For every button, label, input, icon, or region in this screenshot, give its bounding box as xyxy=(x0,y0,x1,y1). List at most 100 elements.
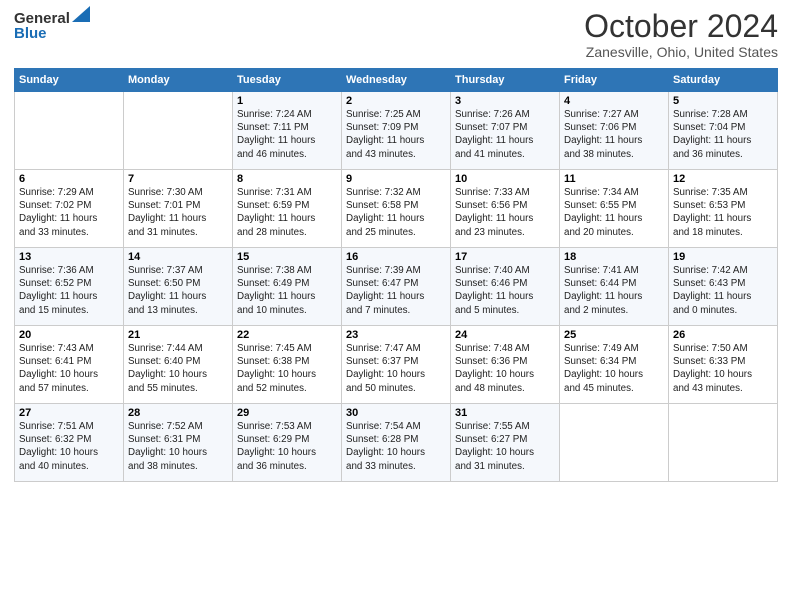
day-info: Sunrise: 7:30 AM Sunset: 7:01 PM Dayligh… xyxy=(128,187,206,238)
day-number: 29 xyxy=(237,407,337,419)
day-info: Sunrise: 7:40 AM Sunset: 6:46 PM Dayligh… xyxy=(455,265,533,316)
calendar-cell: 10Sunrise: 7:33 AM Sunset: 6:56 PM Dayli… xyxy=(451,170,560,248)
week-row-1: 1 Sunrise: 7:24 AM Sunset: 7:11 PM Daylig… xyxy=(15,92,778,170)
day-info: Sunrise: 7:37 AM Sunset: 6:50 PM Dayligh… xyxy=(128,265,206,316)
logo: General Blue xyxy=(14,10,90,42)
day-number: 13 xyxy=(19,251,119,263)
calendar-cell: 3 Sunrise: 7:26 AM Sunset: 7:07 PM Daylig… xyxy=(451,92,560,170)
day-info: Sunrise: 7:43 AM Sunset: 6:41 PM Dayligh… xyxy=(19,343,98,394)
calendar-cell: 8Sunrise: 7:31 AM Sunset: 6:59 PM Daylig… xyxy=(233,170,342,248)
day-number: 15 xyxy=(237,251,337,263)
day-number: 9 xyxy=(346,173,446,185)
day-number: 28 xyxy=(128,407,228,419)
calendar-cell: 14Sunrise: 7:37 AM Sunset: 6:50 PM Dayli… xyxy=(124,248,233,326)
weekday-monday: Monday xyxy=(124,69,233,92)
calendar-cell: 16Sunrise: 7:39 AM Sunset: 6:47 PM Dayli… xyxy=(342,248,451,326)
day-number: 3 xyxy=(455,95,555,107)
calendar-cell: 29 Sunrise: 7:53 AM Sunset: 6:29 PM Dayli… xyxy=(233,404,342,482)
calendar-cell: 13 Sunrise: 7:36 AM Sunset: 6:52 PM Dayli… xyxy=(15,248,124,326)
day-info: Sunrise: 7:54 AM Sunset: 6:28 PM Dayligh… xyxy=(346,421,425,472)
day-number: 7 xyxy=(128,173,228,185)
day-info: Sunrise: 7:53 AM Sunset: 6:29 PM Dayligh… xyxy=(237,421,316,472)
calendar-cell: 24 Sunrise: 7:48 AM Sunset: 6:36 PM Dayli… xyxy=(451,326,560,404)
day-number: 24 xyxy=(455,329,555,341)
calendar-cell: 1 Sunrise: 7:24 AM Sunset: 7:11 PM Daylig… xyxy=(233,92,342,170)
calendar-cell: 22Sunrise: 7:45 AM Sunset: 6:38 PM Dayli… xyxy=(233,326,342,404)
calendar-cell xyxy=(560,404,669,482)
day-info: Sunrise: 7:28 AM Sunset: 7:04 PM Dayligh… xyxy=(673,109,751,160)
day-info: Sunrise: 7:27 AM Sunset: 7:06 PM Dayligh… xyxy=(564,109,642,160)
day-number: 11 xyxy=(564,173,664,185)
day-info: Sunrise: 7:34 AM Sunset: 6:55 PM Dayligh… xyxy=(564,187,642,238)
calendar-cell: 19 Sunrise: 7:42 AM Sunset: 6:43 PM Dayli… xyxy=(669,248,778,326)
day-number: 4 xyxy=(564,95,664,107)
day-number: 23 xyxy=(346,329,446,341)
calendar-cell: 4 Sunrise: 7:27 AM Sunset: 7:06 PM Daylig… xyxy=(560,92,669,170)
day-number: 1 xyxy=(237,95,337,107)
weekday-tuesday: Tuesday xyxy=(233,69,342,92)
day-number: 22 xyxy=(237,329,337,341)
day-number: 25 xyxy=(564,329,664,341)
day-number: 17 xyxy=(455,251,555,263)
day-number: 19 xyxy=(673,251,773,263)
day-number: 2 xyxy=(346,95,446,107)
day-info: Sunrise: 7:29 AM Sunset: 7:02 PM Dayligh… xyxy=(19,187,97,238)
day-number: 18 xyxy=(564,251,664,263)
day-info: Sunrise: 7:24 AM Sunset: 7:11 PM Dayligh… xyxy=(237,109,315,160)
day-info: Sunrise: 7:48 AM Sunset: 6:36 PM Dayligh… xyxy=(455,343,534,394)
day-info: Sunrise: 7:55 AM Sunset: 6:27 PM Dayligh… xyxy=(455,421,534,472)
calendar-cell xyxy=(669,404,778,482)
calendar-cell: 6 Sunrise: 7:29 AM Sunset: 7:02 PM Daylig… xyxy=(15,170,124,248)
weekday-sunday: Sunday xyxy=(15,69,124,92)
day-info: Sunrise: 7:51 AM Sunset: 6:32 PM Dayligh… xyxy=(19,421,98,472)
week-row-3: 13 Sunrise: 7:36 AM Sunset: 6:52 PM Dayli… xyxy=(15,248,778,326)
page-header: General Blue October 2024 Zanesville, Oh… xyxy=(14,10,778,60)
calendar-cell: 5 Sunrise: 7:28 AM Sunset: 7:04 PM Daylig… xyxy=(669,92,778,170)
day-info: Sunrise: 7:32 AM Sunset: 6:58 PM Dayligh… xyxy=(346,187,424,238)
calendar-cell: 7 Sunrise: 7:30 AM Sunset: 7:01 PM Daylig… xyxy=(124,170,233,248)
weekday-wednesday: Wednesday xyxy=(342,69,451,92)
week-row-5: 27Sunrise: 7:51 AM Sunset: 6:32 PM Dayli… xyxy=(15,404,778,482)
day-number: 20 xyxy=(19,329,119,341)
calendar-cell: 25Sunrise: 7:49 AM Sunset: 6:34 PM Dayli… xyxy=(560,326,669,404)
day-info: Sunrise: 7:42 AM Sunset: 6:43 PM Dayligh… xyxy=(673,265,751,316)
day-info: Sunrise: 7:38 AM Sunset: 6:49 PM Dayligh… xyxy=(237,265,315,316)
day-number: 5 xyxy=(673,95,773,107)
day-number: 10 xyxy=(455,173,555,185)
weekday-saturday: Saturday xyxy=(669,69,778,92)
day-number: 8 xyxy=(237,173,337,185)
day-info: Sunrise: 7:25 AM Sunset: 7:09 PM Dayligh… xyxy=(346,109,424,160)
day-number: 30 xyxy=(346,407,446,419)
day-info: Sunrise: 7:35 AM Sunset: 6:53 PM Dayligh… xyxy=(673,187,751,238)
calendar-cell: 18 Sunrise: 7:41 AM Sunset: 6:44 PM Dayli… xyxy=(560,248,669,326)
day-info: Sunrise: 7:47 AM Sunset: 6:37 PM Dayligh… xyxy=(346,343,425,394)
calendar-cell: 15 Sunrise: 7:38 AM Sunset: 6:49 PM Dayli… xyxy=(233,248,342,326)
day-number: 6 xyxy=(19,173,119,185)
calendar-cell: 21Sunrise: 7:44 AM Sunset: 6:40 PM Dayli… xyxy=(124,326,233,404)
day-number: 21 xyxy=(128,329,228,341)
calendar-cell: 28 Sunrise: 7:52 AM Sunset: 6:31 PM Dayli… xyxy=(124,404,233,482)
week-row-4: 20 Sunrise: 7:43 AM Sunset: 6:41 PM Dayli… xyxy=(15,326,778,404)
weekday-header-row: SundayMondayTuesdayWednesdayThursdayFrid… xyxy=(15,69,778,92)
location: Zanesville, Ohio, United States xyxy=(584,44,778,60)
calendar-cell: 2 Sunrise: 7:25 AM Sunset: 7:09 PM Daylig… xyxy=(342,92,451,170)
day-number: 26 xyxy=(673,329,773,341)
calendar-cell: 11 Sunrise: 7:34 AM Sunset: 6:55 PM Dayli… xyxy=(560,170,669,248)
calendar-cell: 31 Sunrise: 7:55 AM Sunset: 6:27 PM Dayli… xyxy=(451,404,560,482)
day-info: Sunrise: 7:52 AM Sunset: 6:31 PM Dayligh… xyxy=(128,421,207,472)
calendar-cell: 17 Sunrise: 7:40 AM Sunset: 6:46 PM Dayli… xyxy=(451,248,560,326)
day-number: 16 xyxy=(346,251,446,263)
weekday-friday: Friday xyxy=(560,69,669,92)
calendar-cell: 27Sunrise: 7:51 AM Sunset: 6:32 PM Dayli… xyxy=(15,404,124,482)
day-number: 12 xyxy=(673,173,773,185)
day-info: Sunrise: 7:26 AM Sunset: 7:07 PM Dayligh… xyxy=(455,109,533,160)
day-number: 31 xyxy=(455,407,555,419)
day-info: Sunrise: 7:41 AM Sunset: 6:44 PM Dayligh… xyxy=(564,265,642,316)
logo-icon xyxy=(72,6,90,22)
weekday-thursday: Thursday xyxy=(451,69,560,92)
month-title: October 2024 xyxy=(584,10,778,42)
day-info: Sunrise: 7:36 AM Sunset: 6:52 PM Dayligh… xyxy=(19,265,97,316)
calendar-cell: 30 Sunrise: 7:54 AM Sunset: 6:28 PM Dayli… xyxy=(342,404,451,482)
title-block: October 2024 Zanesville, Ohio, United St… xyxy=(584,10,778,60)
calendar-cell xyxy=(124,92,233,170)
